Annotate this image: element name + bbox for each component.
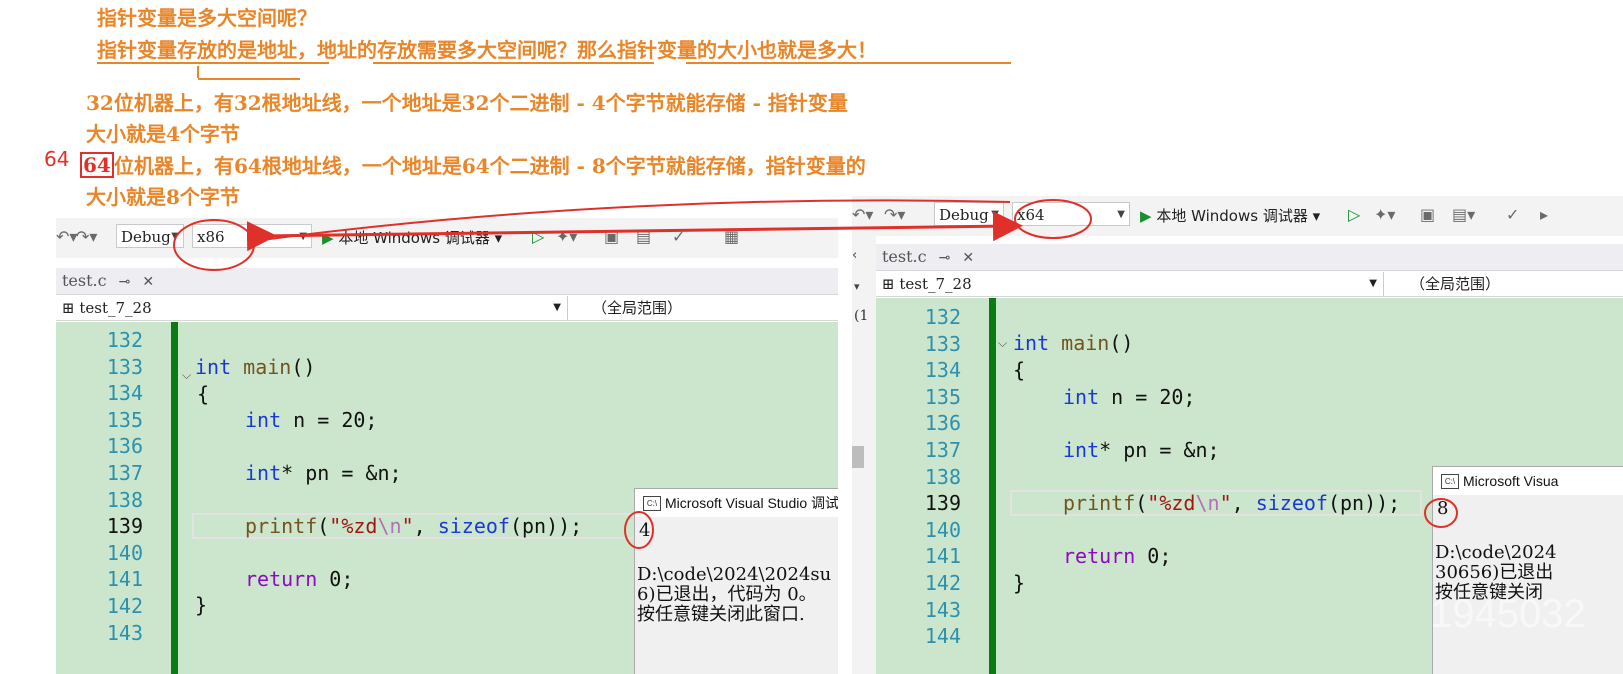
circle-x64 — [1014, 199, 1092, 239]
circle-output-8 — [1424, 498, 1458, 528]
circle-output-4 — [624, 511, 654, 549]
circle-x86 — [173, 219, 255, 271]
annotation-overlay — [173, 199, 1458, 549]
